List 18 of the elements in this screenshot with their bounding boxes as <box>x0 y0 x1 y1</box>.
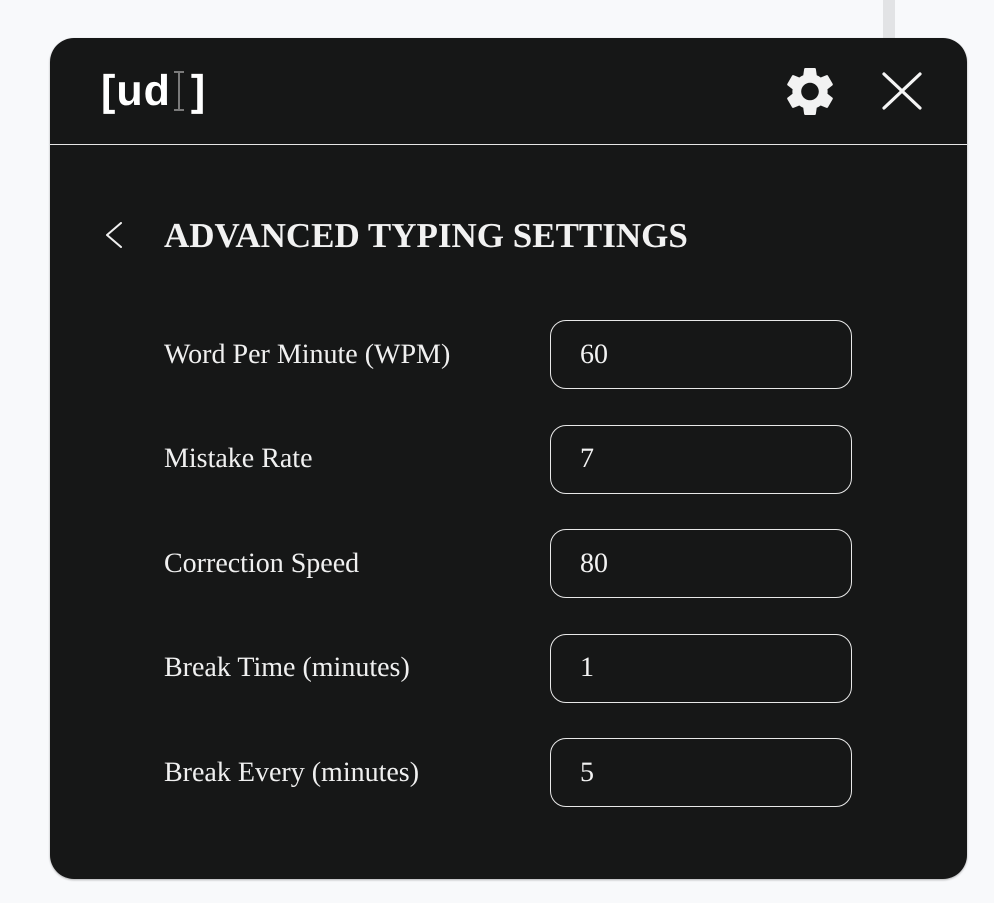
text-cursor-icon <box>172 71 185 111</box>
field-label: Break Every (minutes) <box>164 756 420 790</box>
logo-text: ] <box>190 70 206 112</box>
input-field[interactable]: 5 <box>550 738 852 807</box>
input-field[interactable]: 80 <box>550 529 852 598</box>
back-chevron-icon[interactable] <box>105 222 123 248</box>
close-icon[interactable] <box>882 72 922 110</box>
vertical-bar <box>883 0 895 38</box>
field-label: Break Time (minutes) <box>164 651 411 685</box>
field-label: Word Per Minute (WPM) <box>164 338 452 372</box>
field-label: Mistake Rate <box>164 442 314 476</box>
input-field[interactable]: 60 <box>550 320 852 389</box>
settings-icon[interactable] <box>787 66 833 116</box>
logo-text: [ud <box>101 70 171 112</box>
field-label: Correction Speed <box>164 546 360 580</box>
page-title: ADVANCED TYPING SETTINGS <box>164 218 688 252</box>
input-field[interactable]: 1 <box>550 634 852 702</box>
input-field[interactable]: 7 <box>550 424 852 494</box>
